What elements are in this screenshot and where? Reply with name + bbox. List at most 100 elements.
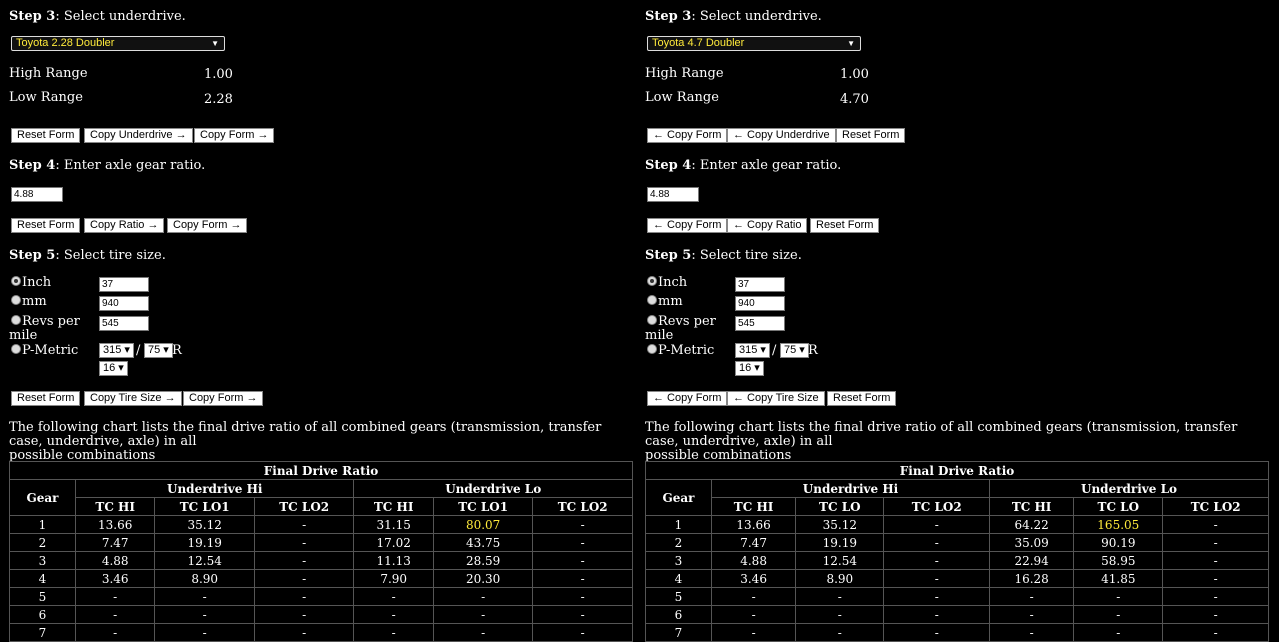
inch-radio[interactable] <box>647 276 657 286</box>
table-title: Final Drive Ratio <box>9 461 633 480</box>
underdrive-lo-header: Underdrive Lo <box>989 479 1269 498</box>
gear-cell: 2 <box>645 533 712 552</box>
copy-right-button[interactable]: Copy Ratio → <box>84 218 165 233</box>
reset-form-button[interactable]: Reset Form <box>836 128 906 143</box>
chart-description: The following chart lists the final driv… <box>645 420 1238 463</box>
tire-width-select[interactable]: 315 ▾ <box>735 343 770 358</box>
ratio-cell: - <box>795 587 885 606</box>
table-row: 7------ <box>9 623 633 642</box>
gear-cell: 1 <box>645 515 712 534</box>
column-header: TC LO2 <box>883 497 991 516</box>
copy-left-button[interactable]: ← Copy Ratio <box>727 218 808 233</box>
ratio-cell: - <box>1162 551 1269 570</box>
ratio-cell: - <box>710 623 797 642</box>
inch-input[interactable]: 37 <box>99 277 149 292</box>
ratio-cell: - <box>883 623 991 642</box>
underdrive-hi-header: Underdrive Hi <box>710 479 991 498</box>
gear-header: Gear <box>9 479 76 516</box>
rim-select[interactable]: 16 ▾ <box>99 361 128 376</box>
pmetric-radio[interactable] <box>11 344 21 354</box>
copy-right-button[interactable]: Copy Underdrive → <box>84 128 193 143</box>
axle-ratio-input[interactable]: 4.88 <box>11 187 63 202</box>
ratio-cell: - <box>432 623 534 642</box>
ratio-cell: - <box>353 587 434 606</box>
inch-input[interactable]: 37 <box>735 277 785 292</box>
reset-form-button[interactable]: Reset Form <box>11 128 81 143</box>
copy-form-left-button[interactable]: ← Copy Form <box>647 128 728 143</box>
revs-input[interactable]: 545 <box>99 316 149 331</box>
mm-input[interactable]: 940 <box>735 296 785 311</box>
ratio-cell: - <box>883 569 991 588</box>
ratio-cell: 90.19 <box>1073 533 1164 552</box>
column-header: TC LO2 <box>1162 497 1269 516</box>
mm-radio[interactable] <box>11 295 21 305</box>
reset-form-button[interactable]: Reset Form <box>11 218 81 233</box>
copy-form-right-button[interactable]: Copy Form → <box>194 128 275 143</box>
table-row: 3 4.88 12.54-22.94 58.95- <box>645 551 1269 570</box>
ratio-cell: 19.19 <box>795 533 885 552</box>
reset-form-button[interactable]: Reset Form <box>827 391 897 406</box>
reset-form-button[interactable]: Reset Form <box>810 218 880 233</box>
column-header: TC HI <box>710 497 797 516</box>
pmetric-radio[interactable] <box>647 344 657 354</box>
gear-cell: 1 <box>9 515 76 534</box>
column-header: TC LO1 <box>432 497 534 516</box>
tire-aspect-select[interactable]: 75 ▾ <box>144 343 173 358</box>
underdrive-select[interactable]: Toyota 4.7 Doubler ▼ <box>647 36 861 51</box>
inch-radio[interactable] <box>11 276 21 286</box>
axle-ratio-input[interactable]: 4.88 <box>647 187 699 202</box>
ratio-cell: 17.02 <box>353 533 434 552</box>
ratio-cell: 7.90 <box>353 569 434 588</box>
reset-form-button[interactable]: Reset Form <box>11 391 81 406</box>
copy-left-button[interactable]: ← Copy Tire Size <box>727 391 825 406</box>
mm-label: mm <box>658 294 683 309</box>
ratio-cell: - <box>532 605 633 624</box>
ratio-cell: - <box>1073 623 1164 642</box>
ratio-cell: - <box>1162 587 1269 606</box>
ratio-cell: 35.12 <box>154 515 255 534</box>
ratio-cell: - <box>989 587 1075 606</box>
gear-cell: 3 <box>9 551 76 570</box>
step5-heading: Step 5: Select tire size. <box>9 248 166 263</box>
slash-separator: / <box>772 343 777 358</box>
gear-header: Gear <box>645 479 712 516</box>
copy-right-button[interactable]: Copy Tire Size → <box>84 391 182 406</box>
step5-heading: Step 5: Select tire size. <box>645 248 802 263</box>
gear-cell: 5 <box>9 587 76 606</box>
copy-form-left-button[interactable]: ← Copy Form <box>647 218 728 233</box>
underdrive-hi-header: Underdrive Hi <box>74 479 355 498</box>
tire-aspect-select[interactable]: 75 ▾ <box>780 343 809 358</box>
high-range-label: High Range <box>9 66 88 81</box>
mm-radio[interactable] <box>647 295 657 305</box>
underdrive-select[interactable]: Toyota 2.28 Doubler ▼ <box>11 36 225 51</box>
ratio-cell: - <box>710 605 797 624</box>
underdrive-lo-header: Underdrive Lo <box>353 479 633 498</box>
ratio-cell: - <box>1073 605 1164 624</box>
final-drive-table: Final Drive Ratio Gear Underdrive Hi Und… <box>9 461 633 642</box>
rim-select[interactable]: 16 ▾ <box>735 361 764 376</box>
ratio-cell: 3.46 <box>710 569 797 588</box>
table-row: 1 13.66 35.12-64.22 165.05- <box>645 515 1269 534</box>
ratio-cell: 8.90 <box>154 569 255 588</box>
ratio-cell: 35.12 <box>795 515 885 534</box>
gear-cell: 4 <box>645 569 712 588</box>
copy-left-button[interactable]: ← Copy Underdrive <box>727 128 836 143</box>
copy-form-right-button[interactable]: Copy Form → <box>183 391 264 406</box>
table-title: Final Drive Ratio <box>645 461 1269 480</box>
gear-cell: 4 <box>9 569 76 588</box>
revs-label-2: mile <box>9 328 38 343</box>
revs-radio[interactable] <box>11 315 21 325</box>
copy-form-right-button[interactable]: Copy Form → <box>167 218 248 233</box>
ratio-cell: 8.90 <box>795 569 885 588</box>
gear-cell: 6 <box>645 605 712 624</box>
revs-radio[interactable] <box>647 315 657 325</box>
ratio-cell: - <box>253 551 355 570</box>
tire-width-select[interactable]: 315 ▾ <box>99 343 134 358</box>
copy-form-left-button[interactable]: ← Copy Form <box>647 391 728 406</box>
revs-input[interactable]: 545 <box>735 316 785 331</box>
mm-input[interactable]: 940 <box>99 296 149 311</box>
ratio-cell: 3.46 <box>74 569 156 588</box>
table-row: 7------ <box>645 623 1269 642</box>
table-row: 1 13.66 35.12-31.15 80.07- <box>9 515 633 534</box>
gear-cell: 6 <box>9 605 76 624</box>
